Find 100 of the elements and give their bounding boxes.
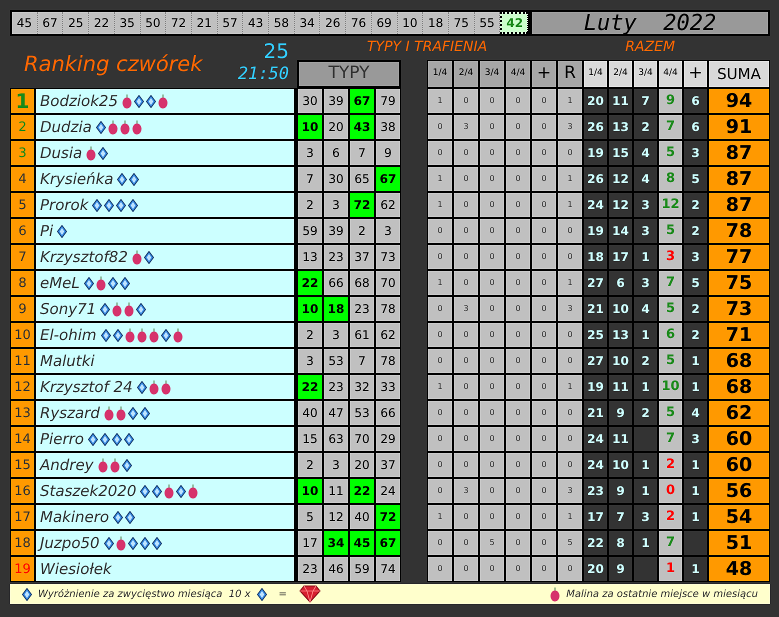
full-hit-cell: 12 (658, 192, 683, 218)
total-cell: 13 (608, 322, 633, 348)
tip-cell: 30 (323, 166, 349, 192)
hit-count-cell: 0 (531, 530, 557, 556)
full-hit-cell: 8 (658, 166, 683, 192)
full-hit-cell: 7 (658, 270, 683, 296)
diamond-icon (256, 588, 267, 600)
tip-cell: 67 (375, 166, 401, 192)
hit-count-cell: 0 (557, 218, 583, 244)
hit-count-cell: 3 (557, 296, 583, 322)
hit-count-cell: 0 (505, 192, 531, 218)
player-name: eMeL (40, 272, 80, 294)
drawn-number: 45 (12, 12, 38, 34)
tip-cell: 23 (323, 374, 349, 400)
hit-count-cell: 0 (427, 322, 453, 348)
tip-cell: 45 (349, 530, 375, 556)
hit-count-cell: 0 (453, 88, 479, 114)
total-cell: 12 (608, 192, 633, 218)
sum-cell: 56 (708, 478, 770, 504)
sum-cell: 87 (708, 192, 770, 218)
total-cell: 24 (583, 452, 608, 478)
total-cell: 6 (608, 270, 633, 296)
tip-cell: 72 (349, 192, 375, 218)
player-name: Juzpo50 (40, 532, 100, 554)
hit-count-cell: 0 (427, 296, 453, 322)
hit-count-cell: 0 (479, 140, 505, 166)
hit-count-cell: 0 (479, 478, 505, 504)
hit-count-cell: 0 (505, 166, 531, 192)
tip-cell: 37 (375, 452, 401, 478)
player-name: Krzysztof 24 (40, 376, 133, 398)
sum-cell: 60 (708, 452, 770, 478)
rank-number: 13 (14, 406, 31, 420)
drawn-number: 50 (140, 12, 166, 34)
total-cell: 7 (633, 88, 658, 114)
hit-count-cell: 0 (479, 114, 505, 140)
bonus-cell: 5 (683, 270, 708, 296)
drawn-number: 42 (500, 12, 528, 34)
hit-count-cell: 0 (505, 400, 531, 426)
hit-count-cell: 0 (453, 270, 479, 296)
full-hit-cell: 5 (658, 400, 683, 426)
hit-count-cell: 0 (427, 426, 453, 452)
full-hit-cell: 7 (658, 530, 683, 556)
tips-header: TYPY (297, 60, 401, 88)
rank-number: 7 (18, 250, 27, 264)
hit-count-cell: 1 (557, 88, 583, 114)
tip-cell: 46 (323, 556, 349, 582)
sum-cell: 48 (708, 556, 770, 582)
total-cell: 1 (633, 244, 658, 270)
total-cell: 14 (608, 218, 633, 244)
tip-cell: 22 (349, 478, 375, 504)
rank-number: 14 (14, 432, 31, 446)
player-name: Andrey (40, 454, 94, 476)
bonus-cell: 6 (683, 114, 708, 140)
hit-count-cell: 0 (453, 504, 479, 530)
hit-count-cell: 0 (531, 348, 557, 374)
tip-cell: 78 (375, 296, 401, 322)
hit-count-cell: 0 (557, 244, 583, 270)
bonus-cell: 1 (683, 478, 708, 504)
drawn-number: 21 (192, 12, 218, 34)
rank-number: 5 (18, 198, 27, 212)
full-hit-cell: 7 (658, 114, 683, 140)
bonus-cell: 1 (683, 556, 708, 582)
hit-count-cell: 0 (505, 140, 531, 166)
tip-cell: 23 (297, 556, 323, 582)
full-hit-cell: 5 (658, 218, 683, 244)
tip-cell: 20 (349, 452, 375, 478)
clock-time: 21:50 (238, 63, 289, 85)
total-cell: 1 (633, 452, 658, 478)
hit-count-cell: 0 (531, 166, 557, 192)
tip-cell: 40 (297, 400, 323, 426)
tip-cell: 2 (297, 452, 323, 478)
hit-count-cell: 0 (557, 400, 583, 426)
column-header: 3/4 (479, 60, 505, 88)
total-cell: 3 (633, 192, 658, 218)
rank-number: 12 (14, 380, 31, 394)
hit-count-cell: 0 (453, 348, 479, 374)
tip-cell: 3 (297, 348, 323, 374)
ranking-title: Ranking czwórek (23, 51, 202, 78)
total-cell: 7 (608, 504, 633, 530)
sum-cell: 62 (708, 400, 770, 426)
tip-cell: 7 (297, 166, 323, 192)
total-cell: 17 (583, 504, 608, 530)
full-hit-cell: 9 (658, 88, 683, 114)
full-hit-cell: 3 (658, 244, 683, 270)
month-title: Luty 2022 (530, 10, 770, 36)
tip-cell: 30 (297, 88, 323, 114)
tip-cell: 73 (375, 244, 401, 270)
hit-count-cell: 0 (505, 374, 531, 400)
tip-cell: 22 (297, 270, 323, 296)
tip-cell: 70 (349, 426, 375, 452)
hit-count-cell: 0 (505, 88, 531, 114)
sum-cell: 94 (708, 88, 770, 114)
hit-count-cell: 0 (427, 452, 453, 478)
hit-count-cell: 0 (505, 556, 531, 582)
bonus-cell: 2 (683, 192, 708, 218)
hit-count-cell: 0 (453, 530, 479, 556)
total-cell: 19 (583, 374, 608, 400)
drawn-number: 34 (294, 12, 320, 34)
total-cell: 26 (583, 114, 608, 140)
column-header: 2/4 (608, 60, 633, 88)
